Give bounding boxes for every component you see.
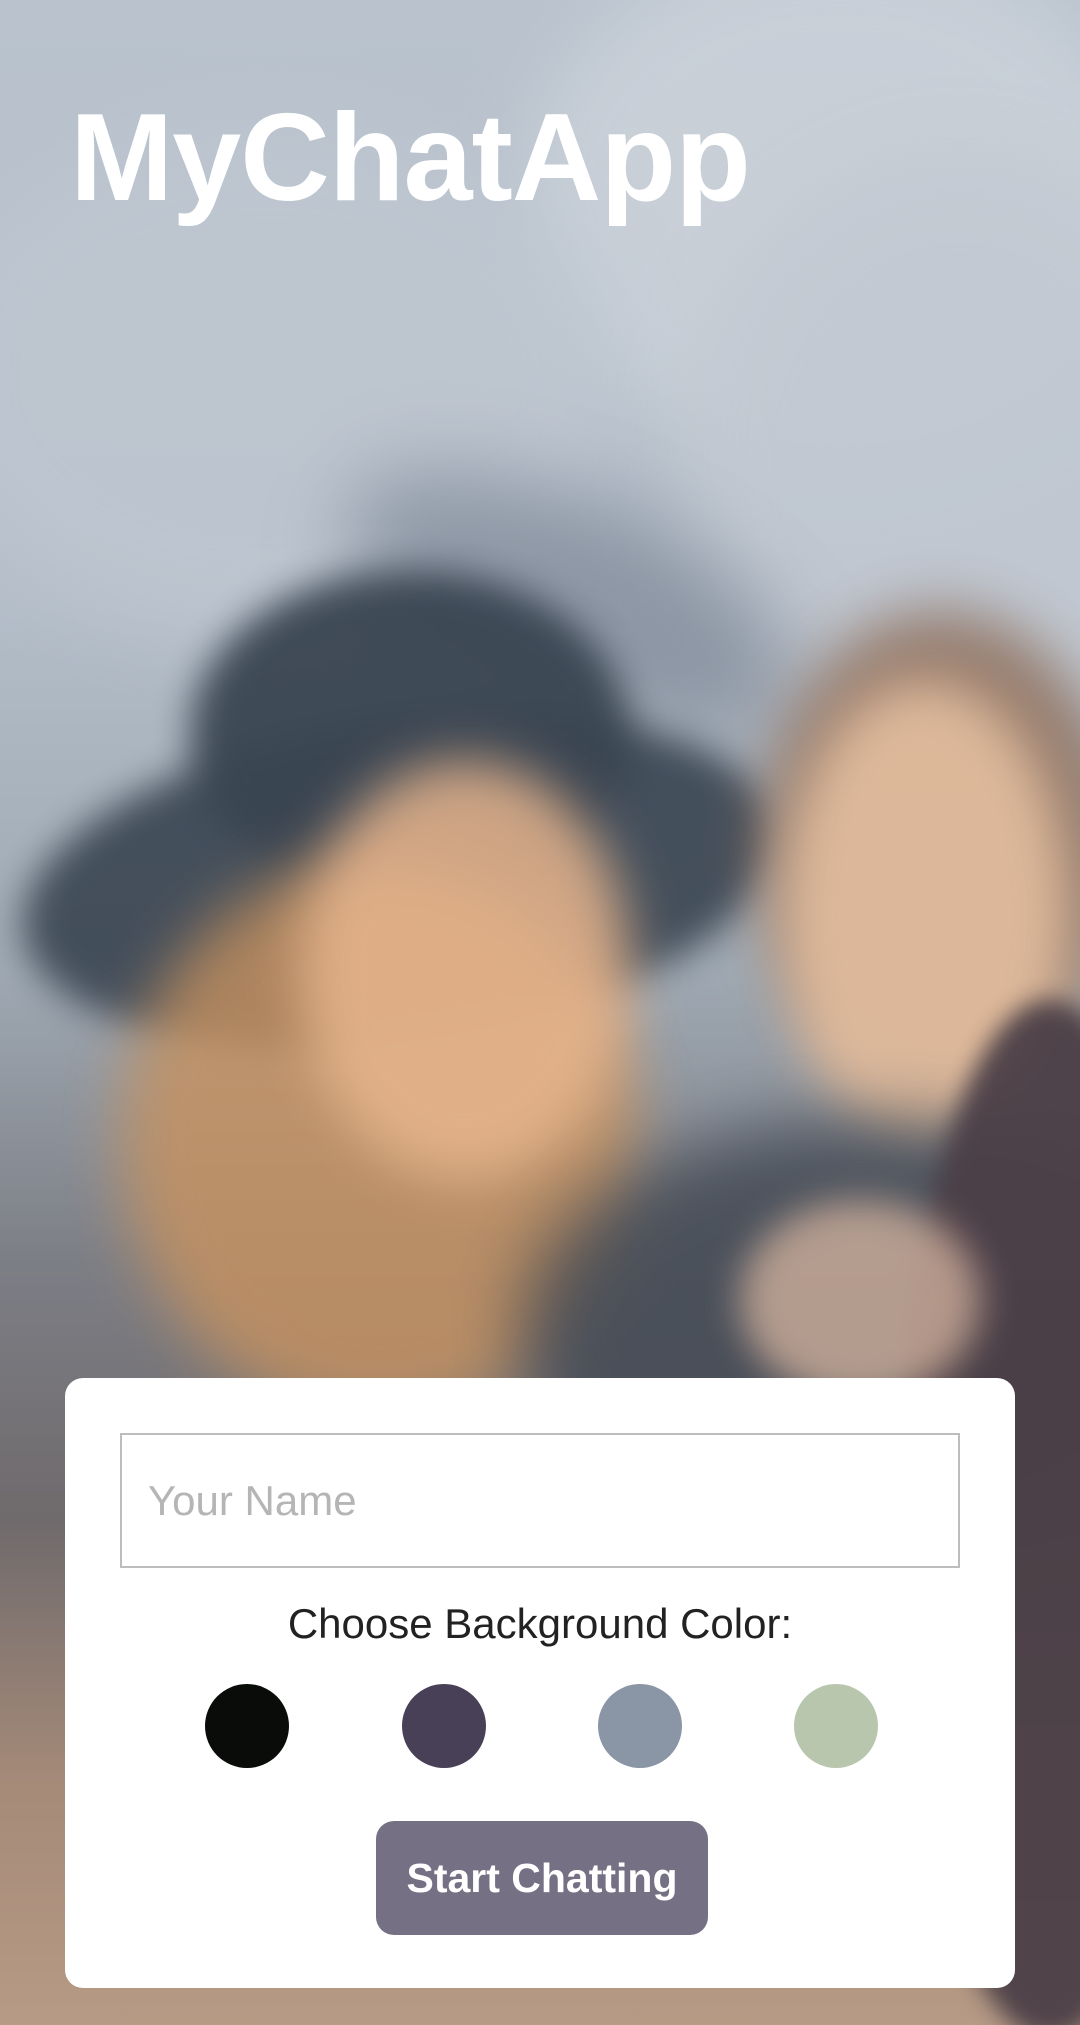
start-chatting-button[interactable]: Start Chatting — [376, 1821, 708, 1935]
color-option-black[interactable] — [205, 1684, 289, 1768]
choose-color-label: Choose Background Color: — [287, 1600, 793, 1647]
name-input[interactable] — [120, 1433, 960, 1568]
app-title: MyChatApp — [70, 89, 751, 227]
color-option-green[interactable] — [794, 1684, 878, 1768]
start-form-card: Choose Background Color: Start Chatting — [65, 1378, 1015, 1988]
start-screen: MyChatApp Choose Background Color: Start… — [0, 0, 1080, 2025]
color-option-purple[interactable] — [402, 1684, 486, 1768]
color-option-gray-blue[interactable] — [598, 1684, 682, 1768]
